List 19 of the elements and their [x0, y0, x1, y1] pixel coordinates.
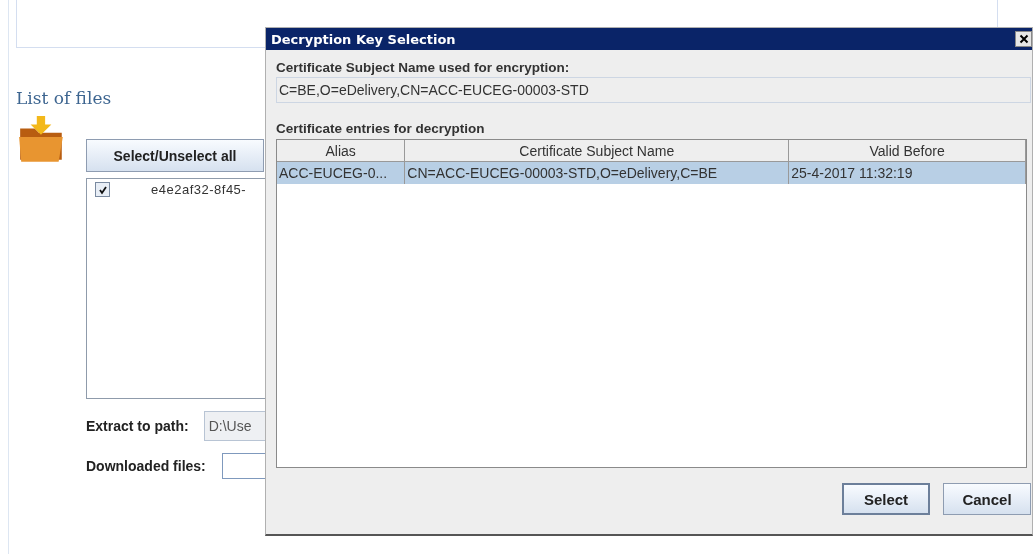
table-cell: 25-4-2017 11:32:19: [789, 162, 1026, 184]
section-heading: List of files: [16, 88, 112, 110]
table-cell: CN=ACC-EUCEG-00003-STD,O=eDelivery,C=BE: [405, 162, 790, 184]
dialog-button[interactable]: Cancel: [943, 483, 1031, 515]
table-cell: ACC-EUCEG-0...: [277, 162, 406, 184]
file-name: e4e2af32-8f45-: [151, 182, 247, 197]
close-icon: [1018, 34, 1029, 44]
select-all-button[interactable]: Select/Unselect all: [86, 139, 264, 172]
table-row[interactable]: ACC-EUCEG-0... CN=ACC-EUCEG-00003-STD,O=eDelivery,C=BE 25-4-2017 11:32:19: [277, 162, 1026, 184]
window-title: Decryption Key Selection: [271, 31, 456, 47]
field-label: Downloaded files:: [86, 458, 206, 474]
dialog-button[interactable]: Select: [842, 483, 930, 515]
field-label: Extract to path:: [86, 418, 189, 434]
checkbox[interactable]: [95, 182, 110, 197]
table-label: Certificate entries for decryption: [276, 121, 486, 136]
subject-field: C=BE,O=eDelivery,CN=ACC-EUCEG-00003-STD: [276, 77, 1031, 103]
close-button[interactable]: [1015, 31, 1032, 47]
check-icon: [97, 184, 108, 195]
field-label: Certificate Subject Name used for encryption:: [276, 60, 571, 75]
